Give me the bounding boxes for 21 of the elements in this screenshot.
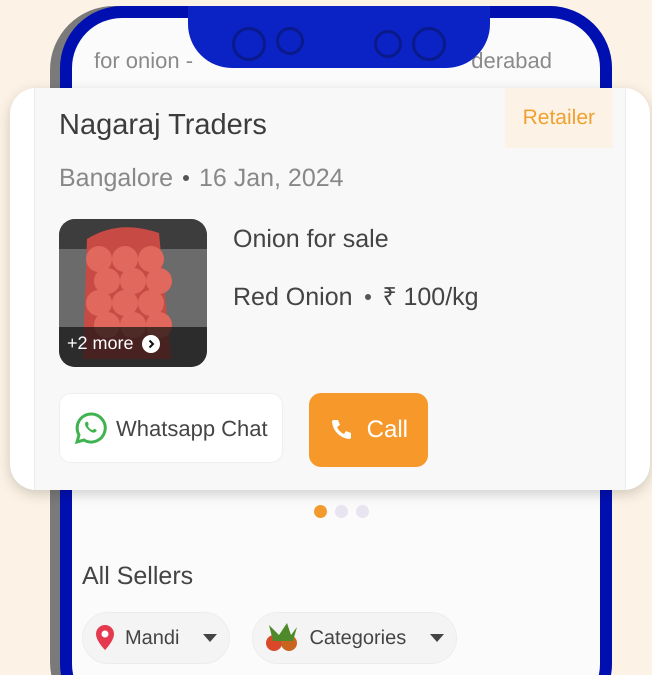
product-variety: Red Onion bbox=[233, 282, 353, 312]
product-photo[interactable]: +2 more bbox=[59, 219, 207, 367]
chevron-right-icon bbox=[142, 334, 160, 352]
listing-date: 16 Jan, 2024 bbox=[198, 162, 344, 194]
vegetables-icon bbox=[265, 622, 300, 652]
listing-title: Onion for sale bbox=[233, 224, 390, 255]
search-text: for onion - bbox=[94, 47, 194, 75]
whatsapp-icon bbox=[74, 411, 108, 445]
product-price: ₹ 100/kg bbox=[382, 282, 479, 312]
location-pin-icon bbox=[95, 624, 115, 650]
filter-dropdown[interactable]: Mandi bbox=[82, 612, 230, 664]
search-text: derabad bbox=[471, 47, 552, 75]
dropdown-caret-icon bbox=[430, 634, 444, 642]
dropdown-caret-icon bbox=[203, 634, 218, 642]
seller-name: Nagaraj Traders bbox=[59, 108, 267, 143]
retailer-badge: Retailer bbox=[504, 88, 613, 148]
whatsapp-chat-button[interactable]: Whatsapp Chat bbox=[59, 393, 283, 463]
seller-location: Bangalore bbox=[59, 162, 173, 194]
more-photos-label: +2 more bbox=[67, 332, 134, 355]
filter-dropdown[interactable]: Categories bbox=[252, 612, 458, 664]
section-title: All Sellers bbox=[82, 561, 194, 592]
